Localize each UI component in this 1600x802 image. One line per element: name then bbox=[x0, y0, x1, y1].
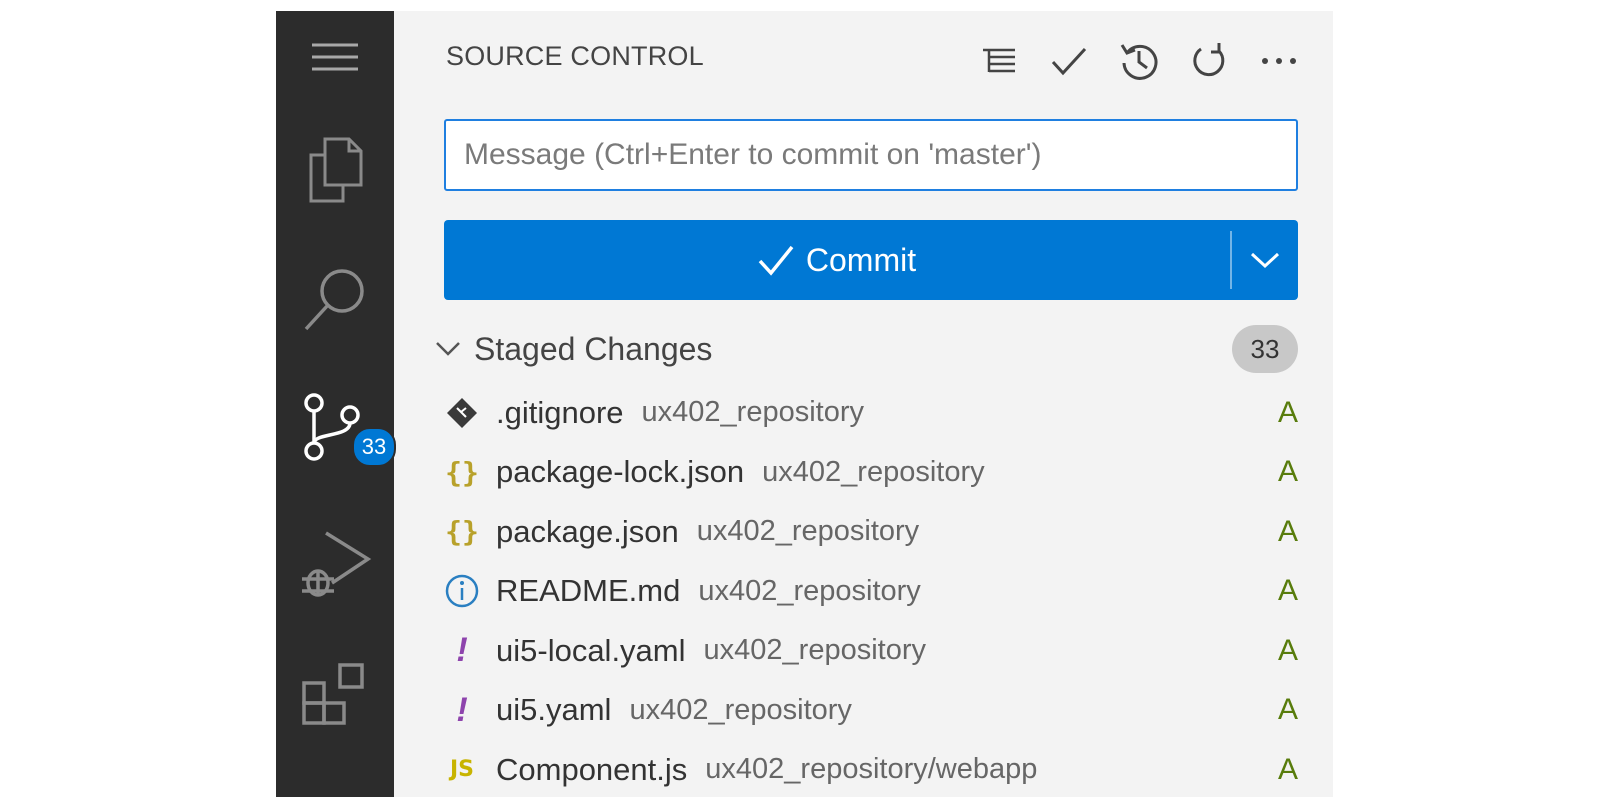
yaml-icon: ! bbox=[456, 631, 468, 670]
status-badge: A bbox=[1277, 574, 1298, 608]
file-path: ux402_repository/webapp bbox=[705, 753, 1038, 786]
history-icon[interactable] bbox=[1104, 39, 1174, 83]
staged-changes-label: Staged Changes bbox=[474, 330, 713, 367]
extensions-icon[interactable] bbox=[276, 661, 394, 731]
chevron-down-icon bbox=[1250, 252, 1280, 269]
view-as-tree-icon[interactable] bbox=[964, 39, 1034, 83]
yaml-icon: ! bbox=[456, 690, 468, 729]
json-icon: {} bbox=[445, 455, 479, 489]
file-path: ux402_repository bbox=[696, 515, 920, 548]
file-name: .gitignore bbox=[496, 394, 624, 430]
status-badge: A bbox=[1277, 693, 1298, 727]
menu-icon[interactable] bbox=[276, 37, 394, 77]
status-badge: A bbox=[1277, 455, 1298, 489]
commit-button-group: Commit bbox=[444, 220, 1298, 300]
status-badge: A bbox=[1277, 514, 1298, 548]
staged-file-list: .gitignore ux402_repository A {} package… bbox=[442, 383, 1306, 800]
staged-changes-header[interactable]: Staged Changes 33 bbox=[430, 323, 1310, 375]
file-name: package-lock.json bbox=[496, 454, 745, 490]
list-item[interactable]: {} package-lock.json ux402_repository A bbox=[442, 443, 1306, 503]
js-icon: JS bbox=[449, 757, 475, 783]
commit-button[interactable]: Commit bbox=[444, 220, 1230, 300]
list-item[interactable]: .gitignore ux402_repository A bbox=[442, 383, 1306, 443]
file-path: ux402_repository bbox=[641, 396, 865, 429]
git-icon bbox=[442, 393, 482, 433]
file-name: README.md bbox=[496, 573, 681, 609]
list-item[interactable]: {} package.json ux402_repository A bbox=[442, 502, 1306, 562]
file-path: ux402_repository bbox=[762, 455, 985, 488]
file-name: ui5.yaml bbox=[496, 692, 612, 728]
status-badge: A bbox=[1277, 633, 1298, 667]
json-icon: {} bbox=[445, 515, 479, 549]
file-path: ux402_repository bbox=[703, 634, 926, 667]
check-icon bbox=[758, 245, 794, 276]
source-control-icon[interactable]: 33 bbox=[276, 391, 396, 471]
list-item[interactable]: ! ui5.yaml ux402_repository A bbox=[442, 681, 1306, 741]
status-badge: A bbox=[1277, 395, 1298, 429]
panel-title: SOURCE CONTROL bbox=[446, 41, 704, 71]
vscode-window: 33 SOURCE CONTROL Message (Ctrl+Enter to… bbox=[276, 11, 1333, 797]
source-control-badge: 33 bbox=[352, 427, 396, 467]
search-icon[interactable] bbox=[276, 265, 394, 335]
explorer-icon[interactable] bbox=[276, 135, 394, 205]
list-item[interactable]: README.md ux402_repository A bbox=[442, 562, 1306, 622]
staged-count-badge: 33 bbox=[1232, 325, 1298, 373]
status-badge: A bbox=[1277, 752, 1298, 786]
commit-button-label: Commit bbox=[805, 241, 917, 278]
run-debug-icon[interactable] bbox=[276, 529, 394, 603]
file-name: package.json bbox=[496, 513, 679, 549]
refresh-icon[interactable] bbox=[1174, 39, 1244, 83]
panel-toolbar bbox=[964, 39, 1314, 83]
list-item[interactable]: ! ui5-local.yaml ux402_repository A bbox=[442, 621, 1306, 681]
commit-check-icon[interactable] bbox=[1034, 39, 1104, 83]
file-path: ux402_repository bbox=[698, 574, 921, 607]
source-control-panel: SOURCE CONTROL Commit bbox=[394, 11, 1333, 797]
info-icon bbox=[442, 571, 482, 611]
file-name: ui5-local.yaml bbox=[496, 632, 686, 668]
chevron-down-icon bbox=[430, 341, 466, 357]
commit-message-input[interactable] bbox=[444, 119, 1298, 191]
activity-bar: 33 bbox=[276, 11, 396, 797]
commit-dropdown-button[interactable] bbox=[1232, 220, 1298, 300]
list-item[interactable]: JS Component.js ux402_repository/webapp … bbox=[442, 740, 1306, 800]
file-path: ux402_repository bbox=[629, 693, 852, 726]
more-actions-icon[interactable] bbox=[1244, 39, 1314, 83]
file-name: Component.js bbox=[496, 751, 688, 787]
